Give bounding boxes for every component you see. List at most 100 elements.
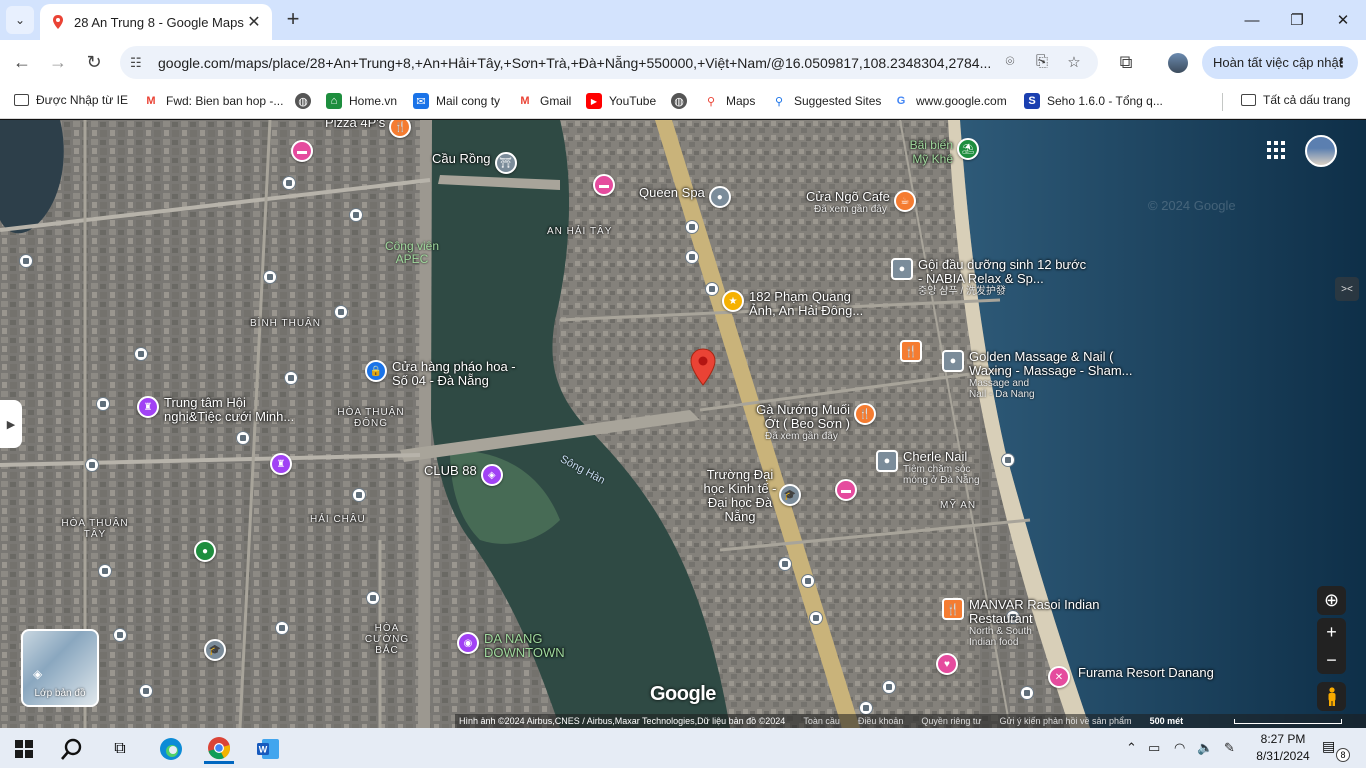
all-bookmarks[interactable]: Tất cả dấu trang (1241, 93, 1350, 107)
poi-cua-ngo-cafe[interactable]: Cửa Ngõ Cafe Đã xem gần đây ☕ (806, 190, 916, 215)
pen-icon[interactable]: ✎ (1224, 740, 1235, 756)
poi-cau-rong[interactable]: Cầu Rồng ⛩ (427, 152, 517, 174)
update-button[interactable]: Hoàn tất việc cập nhật ⋮ (1202, 46, 1358, 79)
hotel-icon[interactable]: ▬ (593, 174, 615, 196)
bus-stop-icon[interactable] (685, 250, 699, 264)
bus-stop-icon[interactable] (139, 684, 153, 698)
bus-stop-icon[interactable] (352, 488, 366, 502)
bus-stop-icon[interactable] (96, 397, 110, 411)
extensions-icon[interactable]: ⧉ (1112, 48, 1140, 76)
reload-icon[interactable]: ↻ (80, 48, 108, 76)
bus-stop-icon[interactable] (685, 220, 699, 234)
location-pin-icon[interactable] (690, 348, 716, 386)
location-icon[interactable]: ⌾ (1000, 53, 1020, 70)
bus-stop-icon[interactable] (1020, 686, 1034, 700)
bus-stop-icon[interactable] (98, 564, 112, 578)
poi-nabia-relax[interactable]: ● Gội đầu dưỡng sinh 12 bước - NABIA Rel… (891, 258, 1088, 297)
close-tab-icon[interactable]: ✕ (246, 12, 262, 32)
bus-stop-icon[interactable] (778, 557, 792, 571)
windows-start-icon[interactable] (9, 734, 39, 764)
bus-stop-icon[interactable] (263, 270, 277, 284)
pegman-icon[interactable] (1317, 682, 1346, 711)
chrome-icon[interactable] (204, 734, 234, 764)
my-location-button[interactable]: ⊕ (1317, 586, 1346, 615)
zoom-out-icon[interactable]: − (1317, 646, 1346, 674)
map-canvas[interactable]: © 2024 Google Pizza 4P's 🍴 ▬ Cầu Rồng ⛩ … (0, 120, 1366, 728)
new-tab-icon[interactable]: + (282, 8, 304, 30)
bookmark-item[interactable]: ▶ YouTube (586, 93, 656, 109)
collapse-icon[interactable]: >< (1335, 277, 1359, 301)
bookmark-item[interactable]: ◍ (671, 93, 694, 109)
bus-stop-icon[interactable] (349, 208, 363, 222)
edge-icon[interactable] (156, 734, 186, 764)
bus-stop-icon[interactable] (882, 680, 896, 694)
poi-182-pham-quang-anh[interactable]: ★ 182 Phạm Quang Ảnh, An Hải Đông... (722, 290, 877, 318)
poi-pizza-4ps[interactable]: Pizza 4P's 🍴 (320, 120, 412, 138)
poi-manvar-rasoi[interactable]: 🍴 MANVAR Rasoi Indian Restaurant North &… (942, 598, 1109, 648)
forward-icon[interactable]: → (44, 48, 72, 76)
back-icon[interactable]: ← (8, 48, 36, 76)
battery-icon[interactable]: ▭ (1148, 740, 1160, 756)
poi-club-88[interactable]: CLUB 88 ◈ (424, 464, 503, 486)
bus-stop-icon[interactable] (236, 431, 250, 445)
scale-label[interactable]: 500 mét (1150, 716, 1184, 726)
footer-link[interactable]: Điều khoản (858, 716, 904, 726)
bookmark-item[interactable]: ✉ Mail cong ty (413, 93, 500, 109)
hotel-icon[interactable]: ▬ (835, 479, 857, 501)
poi-dai-hoc-kinh-te[interactable]: Trường Đại học Kinh tế - Đại học Đà Nẵng… (703, 468, 801, 524)
minimize-icon[interactable]: — (1229, 0, 1275, 40)
account-avatar[interactable] (1305, 135, 1337, 167)
address-bar[interactable]: ☷ google.com/maps/place/28+An+Trung+8,+A… (120, 46, 1098, 79)
restore-icon[interactable]: ❐ (1274, 0, 1320, 40)
bookmark-item[interactable]: ⚲ Suggested Sites (771, 93, 881, 109)
poi-da-nang-downtown[interactable]: ◉ DA NANG DOWNTOWN (457, 632, 574, 660)
bookmark-item[interactable]: Được Nhập từ IE (14, 93, 128, 107)
bookmark-item[interactable]: M Fwd: Bien ban hop -... (143, 93, 283, 109)
bus-stop-icon[interactable] (801, 574, 815, 588)
tab-search-button[interactable]: ⌄ (6, 6, 34, 34)
poi-bai-bien-my-khe[interactable]: Bãi biển Mỹ Khê ⛱ (896, 138, 979, 166)
bus-stop-icon[interactable] (366, 591, 380, 605)
wifi-icon[interactable]: ◠ (1174, 740, 1185, 756)
bookmark-item[interactable]: ⌂ Home.vn (326, 93, 397, 109)
footer-link[interactable]: Quyền riêng tư (921, 716, 981, 726)
poi-furama-resort[interactable]: ✕ Furama Resort Danang (1048, 666, 1214, 688)
zoom-in-icon[interactable]: + (1317, 618, 1346, 646)
profile-avatar[interactable] (1168, 53, 1188, 73)
event-venue-icon[interactable]: ♜ (270, 453, 292, 475)
expand-side-panel-icon[interactable]: ▶ (0, 400, 22, 448)
bus-stop-icon[interactable] (85, 458, 99, 472)
bookmark-item[interactable]: ⚲ Maps (703, 93, 755, 109)
site-info-icon[interactable]: ☷ (130, 55, 150, 71)
show-hidden-icons-icon[interactable]: ⌃ (1126, 740, 1137, 756)
layers-button[interactable]: ◈ Lớp bản đồ (21, 629, 99, 707)
bus-stop-icon[interactable] (282, 176, 296, 190)
bus-stop-icon[interactable] (334, 305, 348, 319)
park-icon[interactable]: ● (194, 540, 216, 562)
bus-stop-icon[interactable] (859, 701, 873, 715)
search-icon[interactable] (57, 734, 87, 764)
bus-stop-icon[interactable] (275, 621, 289, 635)
close-window-icon[interactable]: ✕ (1320, 0, 1366, 40)
poi-ga-nuong-muoi-ot[interactable]: Gà Nướng Muối Ớt ( Beo Sơn ) Đã xem gần … (745, 403, 876, 442)
system-clock[interactable]: 8:27 PM 8/31/2024 (1254, 731, 1312, 765)
bus-stop-icon[interactable] (113, 628, 127, 642)
url-text[interactable]: google.com/maps/place/28+An+Trung+8,+An+… (158, 55, 994, 71)
poi-trung-tam-hoi-nghi[interactable]: ♜ Trung tâm Hội nghị&Tiệc cưới Minh... (137, 396, 304, 424)
favorite-heart-icon[interactable]: ♥ (936, 653, 958, 675)
bus-stop-icon[interactable] (1001, 453, 1015, 467)
footer-link[interactable]: Gửi ý kiến phản hồi về sản phẩm (999, 716, 1131, 726)
restaurant-icon[interactable]: 🍴 (900, 340, 922, 362)
task-view-icon[interactable]: ⧉ (105, 734, 135, 764)
bookmark-item[interactable]: S Seho 1.6.0 - Tổng q... (1024, 93, 1163, 109)
word-icon[interactable]: W (253, 734, 283, 764)
poi-queen-spa[interactable]: Queen Spa ● (634, 186, 731, 208)
poi-cua-hang-phao-hoa[interactable]: 🔒 Cửa hàng pháo hoa - Số 04 - Đà Nẵng (365, 360, 520, 388)
volume-icon[interactable]: 🔈 (1197, 740, 1213, 756)
poi-cherle-nail[interactable]: ● Cherle Nail Tiệm chăm sóc móng ở Đà Nẵ… (876, 450, 993, 486)
school-icon[interactable]: 🎓 (204, 639, 226, 661)
install-app-icon[interactable]: ⎘ (1032, 53, 1052, 70)
poi-golden-massage[interactable]: ● Golden Massage & Nail ( Waxing - Massa… (942, 350, 1145, 400)
apps-grid-icon[interactable] (1266, 140, 1286, 160)
bookmark-item[interactable]: Gwww.google.com (893, 93, 1007, 109)
